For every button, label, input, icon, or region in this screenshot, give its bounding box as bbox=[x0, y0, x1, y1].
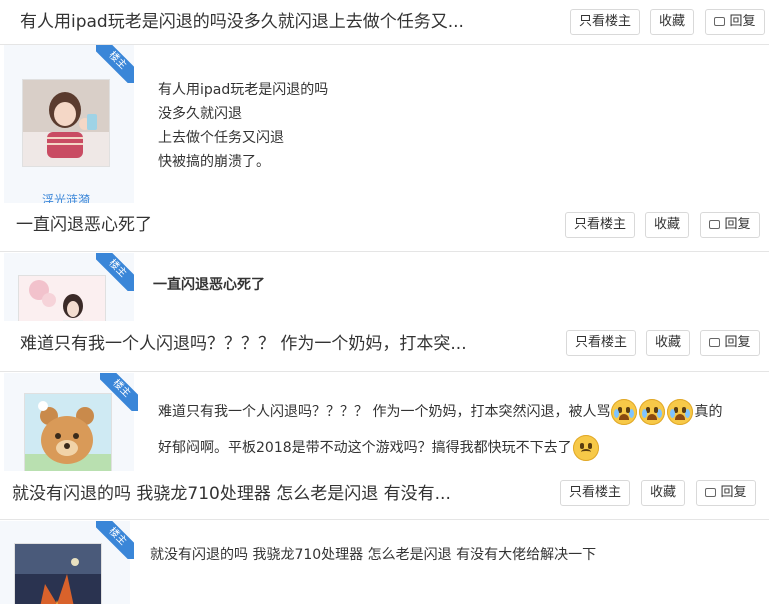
reply-button[interactable]: 回复 bbox=[700, 330, 760, 356]
post-header: 难道只有我一个人闪退吗？？？？ 作为一个奶妈，打本突... 只看楼主 收藏 回复 bbox=[0, 321, 769, 372]
reply-button[interactable]: 回复 bbox=[696, 480, 756, 506]
avatar[interactable] bbox=[22, 79, 110, 167]
post-line: 没多久就闪退 bbox=[158, 106, 242, 122]
post-line: 上去做个任务又闪退 bbox=[158, 130, 284, 146]
avatar[interactable] bbox=[18, 275, 106, 321]
post-content: 就没有闪退的吗 我骁龙710处理器 怎么老是闪退 有没有大佬给解决一下 bbox=[150, 543, 596, 567]
only-op-button[interactable]: 只看楼主 bbox=[566, 330, 636, 356]
only-op-button[interactable]: 只看楼主 bbox=[570, 9, 640, 35]
comment-icon bbox=[714, 17, 726, 26]
reply-button[interactable]: 回复 bbox=[705, 9, 765, 35]
only-op-button[interactable]: 只看楼主 bbox=[565, 212, 635, 238]
avatar-image bbox=[19, 276, 105, 321]
post-line: 快被搞的崩溃了。 bbox=[158, 154, 270, 170]
favorite-button[interactable]: 收藏 bbox=[646, 330, 690, 356]
reply-label: 回复 bbox=[724, 217, 751, 232]
post-title[interactable]: 就没有闪退的吗 我骁龙710处理器 怎么老是闪退 有没有... bbox=[12, 471, 451, 519]
post-body: 楼主 就没有闪退的吗 我骁龙710处理器 怎么老是闪退 有没有大佬给解决一下 bbox=[0, 521, 769, 604]
reply-label: 回复 bbox=[729, 14, 756, 29]
post-segment-2: 一直闪退恶心死了 只看楼主 收藏 回复 楼主 一直闪退恶心死了 bbox=[0, 203, 769, 321]
post-line: 好郁闷啊。平板2018是带不动这个游戏吗？搞得我都快玩不下去了 bbox=[158, 435, 758, 461]
author-column: 楼主 bbox=[0, 521, 134, 604]
avatar-image bbox=[15, 544, 101, 604]
post-body: 楼主 一直闪退恶心死了 bbox=[0, 253, 769, 321]
post-title[interactable]: 有人用ipad玩老是闪退的吗没多久就闪退上去做个任务又... bbox=[20, 0, 464, 44]
post-header: 就没有闪退的吗 我骁龙710处理器 怎么老是闪退 有没有... 只看楼主 收藏 … bbox=[0, 471, 769, 520]
post-title[interactable]: 难道只有我一个人闪退吗？？？？ 作为一个奶妈，打本突... bbox=[20, 321, 467, 371]
avatar[interactable] bbox=[24, 393, 112, 471]
avatar-image bbox=[23, 80, 109, 166]
post-line: 难道只有我一个人闪退吗？？？？ 作为一个奶妈，打本突然闪退，被人骂 真的 bbox=[158, 399, 758, 425]
favorite-button[interactable]: 收藏 bbox=[641, 480, 685, 506]
comment-icon bbox=[705, 488, 717, 497]
post-segment-1: 有人用ipad玩老是闪退的吗没多久就闪退上去做个任务又... 只看楼主 收藏 回… bbox=[0, 0, 769, 203]
avatar[interactable] bbox=[14, 543, 102, 604]
comment-icon bbox=[709, 220, 721, 229]
reply-button[interactable]: 回复 bbox=[700, 212, 760, 238]
reply-label: 回复 bbox=[724, 335, 751, 350]
crying-face-icon bbox=[611, 399, 638, 425]
author-column: 楼主 bbox=[4, 253, 134, 321]
reply-label: 回复 bbox=[720, 485, 747, 500]
favorite-button[interactable]: 收藏 bbox=[645, 212, 689, 238]
post-content: 难道只有我一个人闪退吗？？？？ 作为一个奶妈，打本突然闪退，被人骂 真的 好郁闷啊… bbox=[158, 399, 758, 461]
post-body: 楼主 浮光涟漪 有人用ipad玩老是闪退的吗 没多久就闪退 上去做个任务又闪退 … bbox=[0, 45, 769, 203]
author-column: 楼主 浮光涟漪 bbox=[4, 45, 134, 203]
post-line: 有人用ipad玩老是闪退的吗 bbox=[158, 82, 329, 98]
avatar-image bbox=[25, 394, 111, 471]
favorite-button[interactable]: 收藏 bbox=[650, 9, 694, 35]
post-title[interactable]: 一直闪退恶心死了 bbox=[16, 203, 152, 251]
op-badge: 楼主 bbox=[96, 45, 134, 83]
only-op-button[interactable]: 只看楼主 bbox=[560, 480, 630, 506]
post-body: 楼主 难道只有我一个人闪退吗？？？？ 作为一个奶妈，打本突然闪退，被人骂 真的 … bbox=[0, 373, 769, 471]
post-header: 有人用ipad玩老是闪退的吗没多久就闪退上去做个任务又... 只看楼主 收藏 回… bbox=[0, 0, 769, 45]
username[interactable]: 浮光涟漪 bbox=[42, 191, 90, 203]
post-content: 有人用ipad玩老是闪退的吗 没多久就闪退 上去做个任务又闪退 快被搞的崩溃了。 bbox=[158, 78, 328, 174]
post-line: 一直闪退恶心死了 bbox=[153, 277, 265, 293]
post-segment-3: 难道只有我一个人闪退吗？？？？ 作为一个奶妈，打本突... 只看楼主 收藏 回复… bbox=[0, 321, 769, 471]
crying-face-icon bbox=[667, 399, 694, 425]
author-column: 楼主 bbox=[4, 373, 138, 471]
crying-face-icon bbox=[639, 399, 666, 425]
post-content: 一直闪退恶心死了 bbox=[153, 273, 265, 297]
comment-icon bbox=[709, 338, 721, 347]
post-line: 就没有闪退的吗 我骁龙710处理器 怎么老是闪退 有没有大佬给解决一下 bbox=[150, 547, 597, 563]
post-segment-4: 就没有闪退的吗 我骁龙710处理器 怎么老是闪退 有没有... 只看楼主 收藏 … bbox=[0, 471, 769, 604]
frowning-face-icon bbox=[572, 435, 599, 461]
post-header: 一直闪退恶心死了 只看楼主 收藏 回复 bbox=[0, 203, 769, 252]
